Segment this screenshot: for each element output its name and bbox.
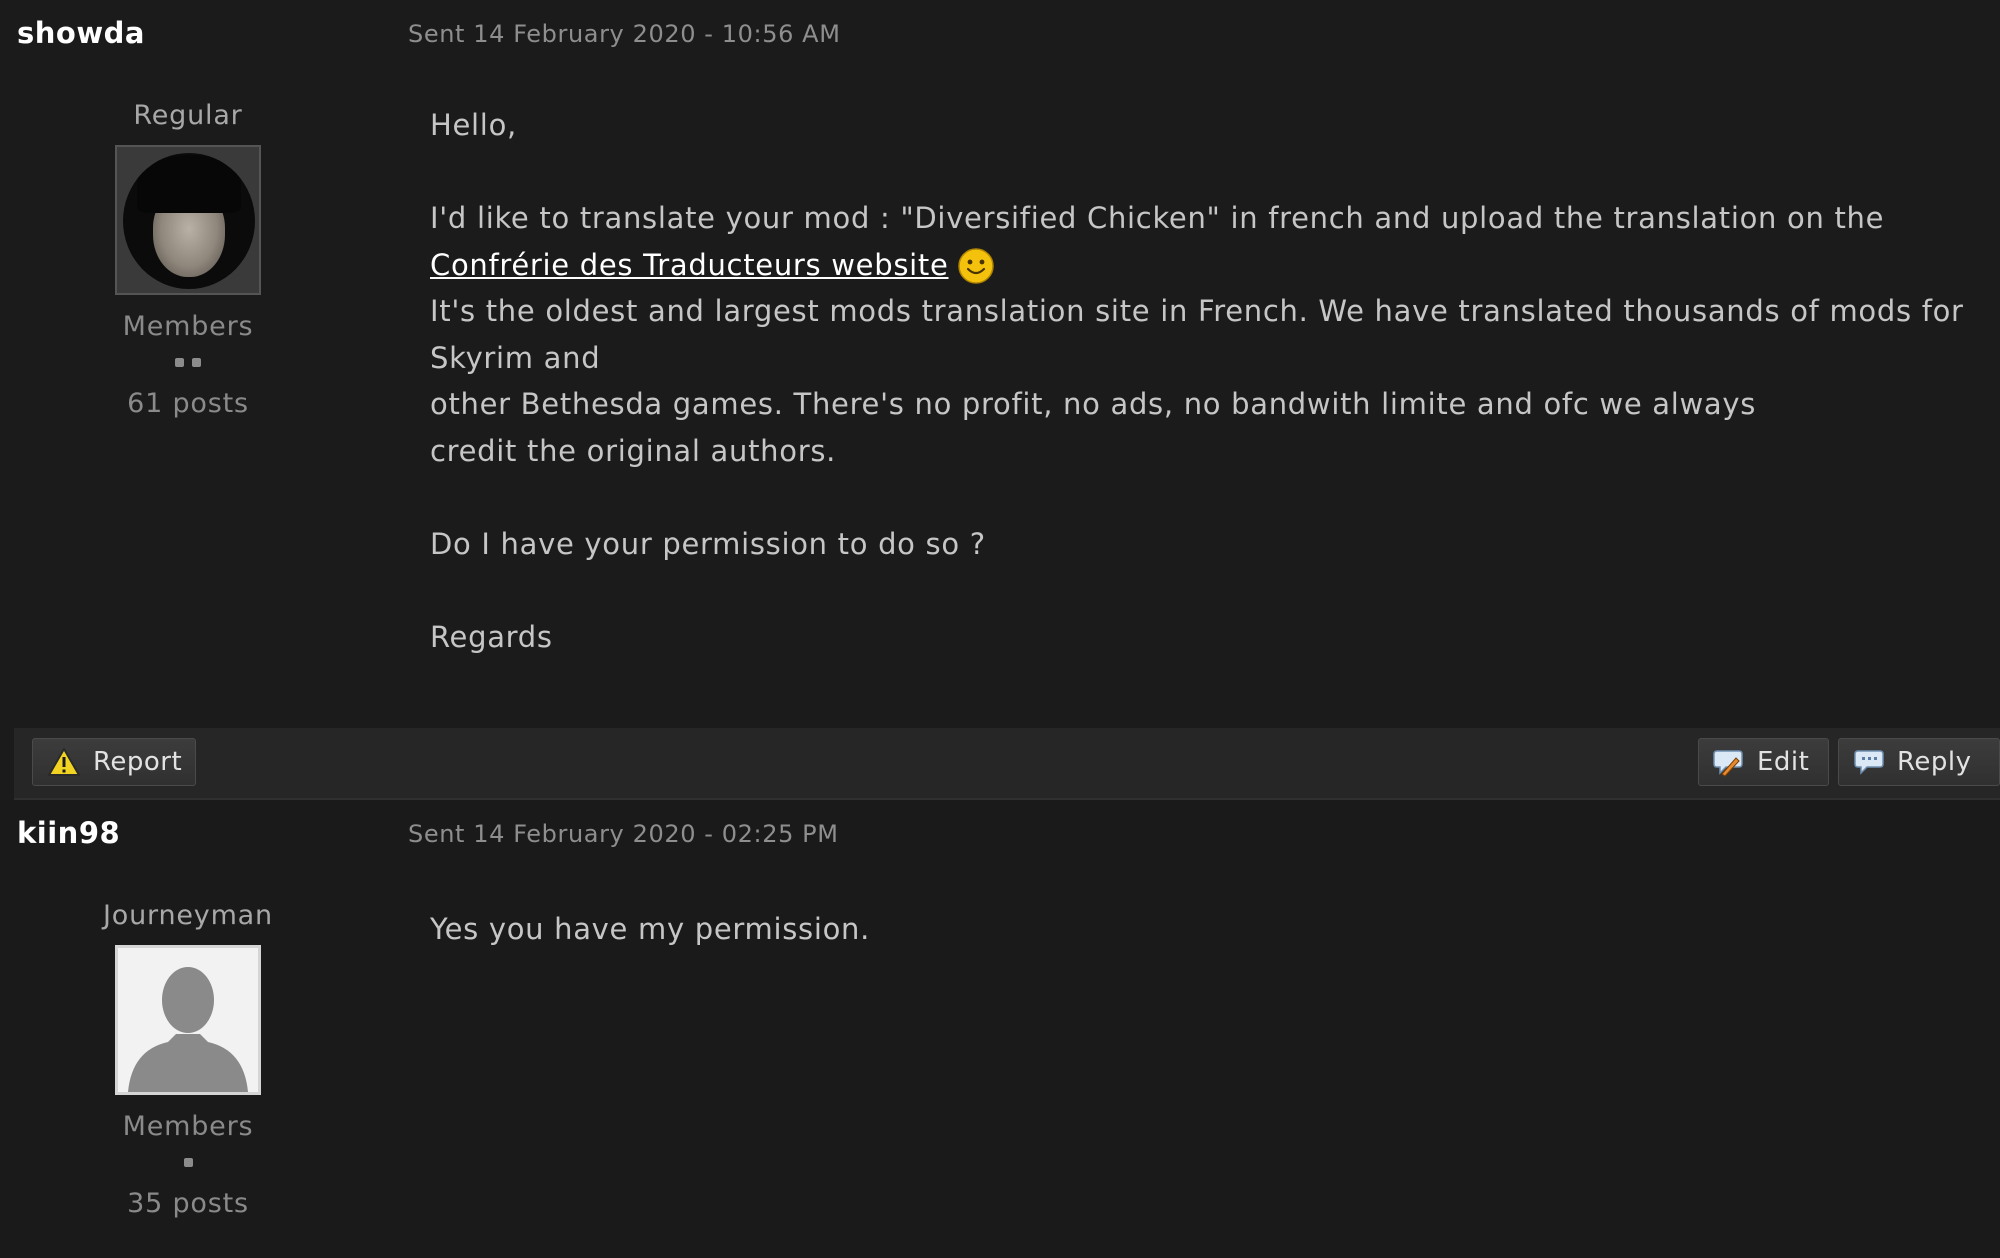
post-paragraph: I'd like to translate your mod : "Divers… bbox=[430, 195, 1975, 288]
post-text: Yes you have my permission. bbox=[430, 912, 871, 946]
author-name[interactable]: showda bbox=[17, 16, 145, 50]
member-group: Members bbox=[122, 311, 254, 342]
reply-bubble-icon bbox=[1853, 748, 1885, 776]
confrerie-link[interactable]: Confrérie des Traducteurs website bbox=[430, 248, 949, 282]
post-date: Sent 14 February 2020 - 02:25 PM bbox=[408, 820, 839, 848]
post: showda Sent 14 February 2020 - 10:56 AM … bbox=[0, 0, 2000, 800]
post-count: 35 posts bbox=[127, 1188, 249, 1219]
reply-label: Reply bbox=[1897, 747, 1972, 777]
report-button[interactable]: Report bbox=[32, 738, 196, 786]
post-date: Sent 14 February 2020 - 10:56 AM bbox=[408, 20, 841, 48]
author-rank: Journeyman bbox=[103, 900, 273, 931]
rank-pips bbox=[88, 358, 288, 370]
post: kiin98 Sent 14 February 2020 - 02:25 PM … bbox=[0, 800, 2000, 1258]
post-body: Yes you have my permission. bbox=[430, 906, 1975, 953]
author-rank: Regular bbox=[133, 100, 243, 131]
edit-button[interactable]: Edit bbox=[1698, 738, 1829, 786]
post-text-line: It's the oldest and largest mods transla… bbox=[430, 294, 1964, 375]
author-sidebar: Journeyman Members 35 posts bbox=[88, 900, 288, 1219]
post-body: Hello, I'd like to translate your mod : … bbox=[430, 102, 1975, 660]
member-group: Members bbox=[122, 1111, 254, 1142]
post-greeting: Hello, bbox=[430, 108, 517, 142]
rank-pips bbox=[88, 1158, 288, 1170]
edit-bubble-icon bbox=[1713, 747, 1745, 777]
post-text: I'd like to translate your mod : "Divers… bbox=[430, 201, 1885, 235]
reply-button[interactable]: Reply bbox=[1838, 738, 2000, 786]
avatar[interactable] bbox=[115, 945, 261, 1095]
edit-label: Edit bbox=[1757, 747, 1810, 777]
smiley-icon bbox=[957, 247, 994, 284]
post-question: Do I have your permission to do so ? bbox=[430, 526, 986, 561]
post-action-bar: Report Edit Reply bbox=[14, 728, 2000, 800]
author-name[interactable]: kiin98 bbox=[17, 816, 120, 850]
avatar[interactable] bbox=[115, 145, 261, 295]
post-closing: Regards bbox=[430, 619, 553, 654]
post-text-line: other Bethesda games. There's no profit,… bbox=[430, 387, 1757, 468]
author-sidebar: Regular Members 61 posts bbox=[88, 100, 288, 419]
warning-icon bbox=[47, 747, 81, 777]
post-count: 61 posts bbox=[127, 388, 249, 419]
report-label: Report bbox=[93, 747, 183, 777]
